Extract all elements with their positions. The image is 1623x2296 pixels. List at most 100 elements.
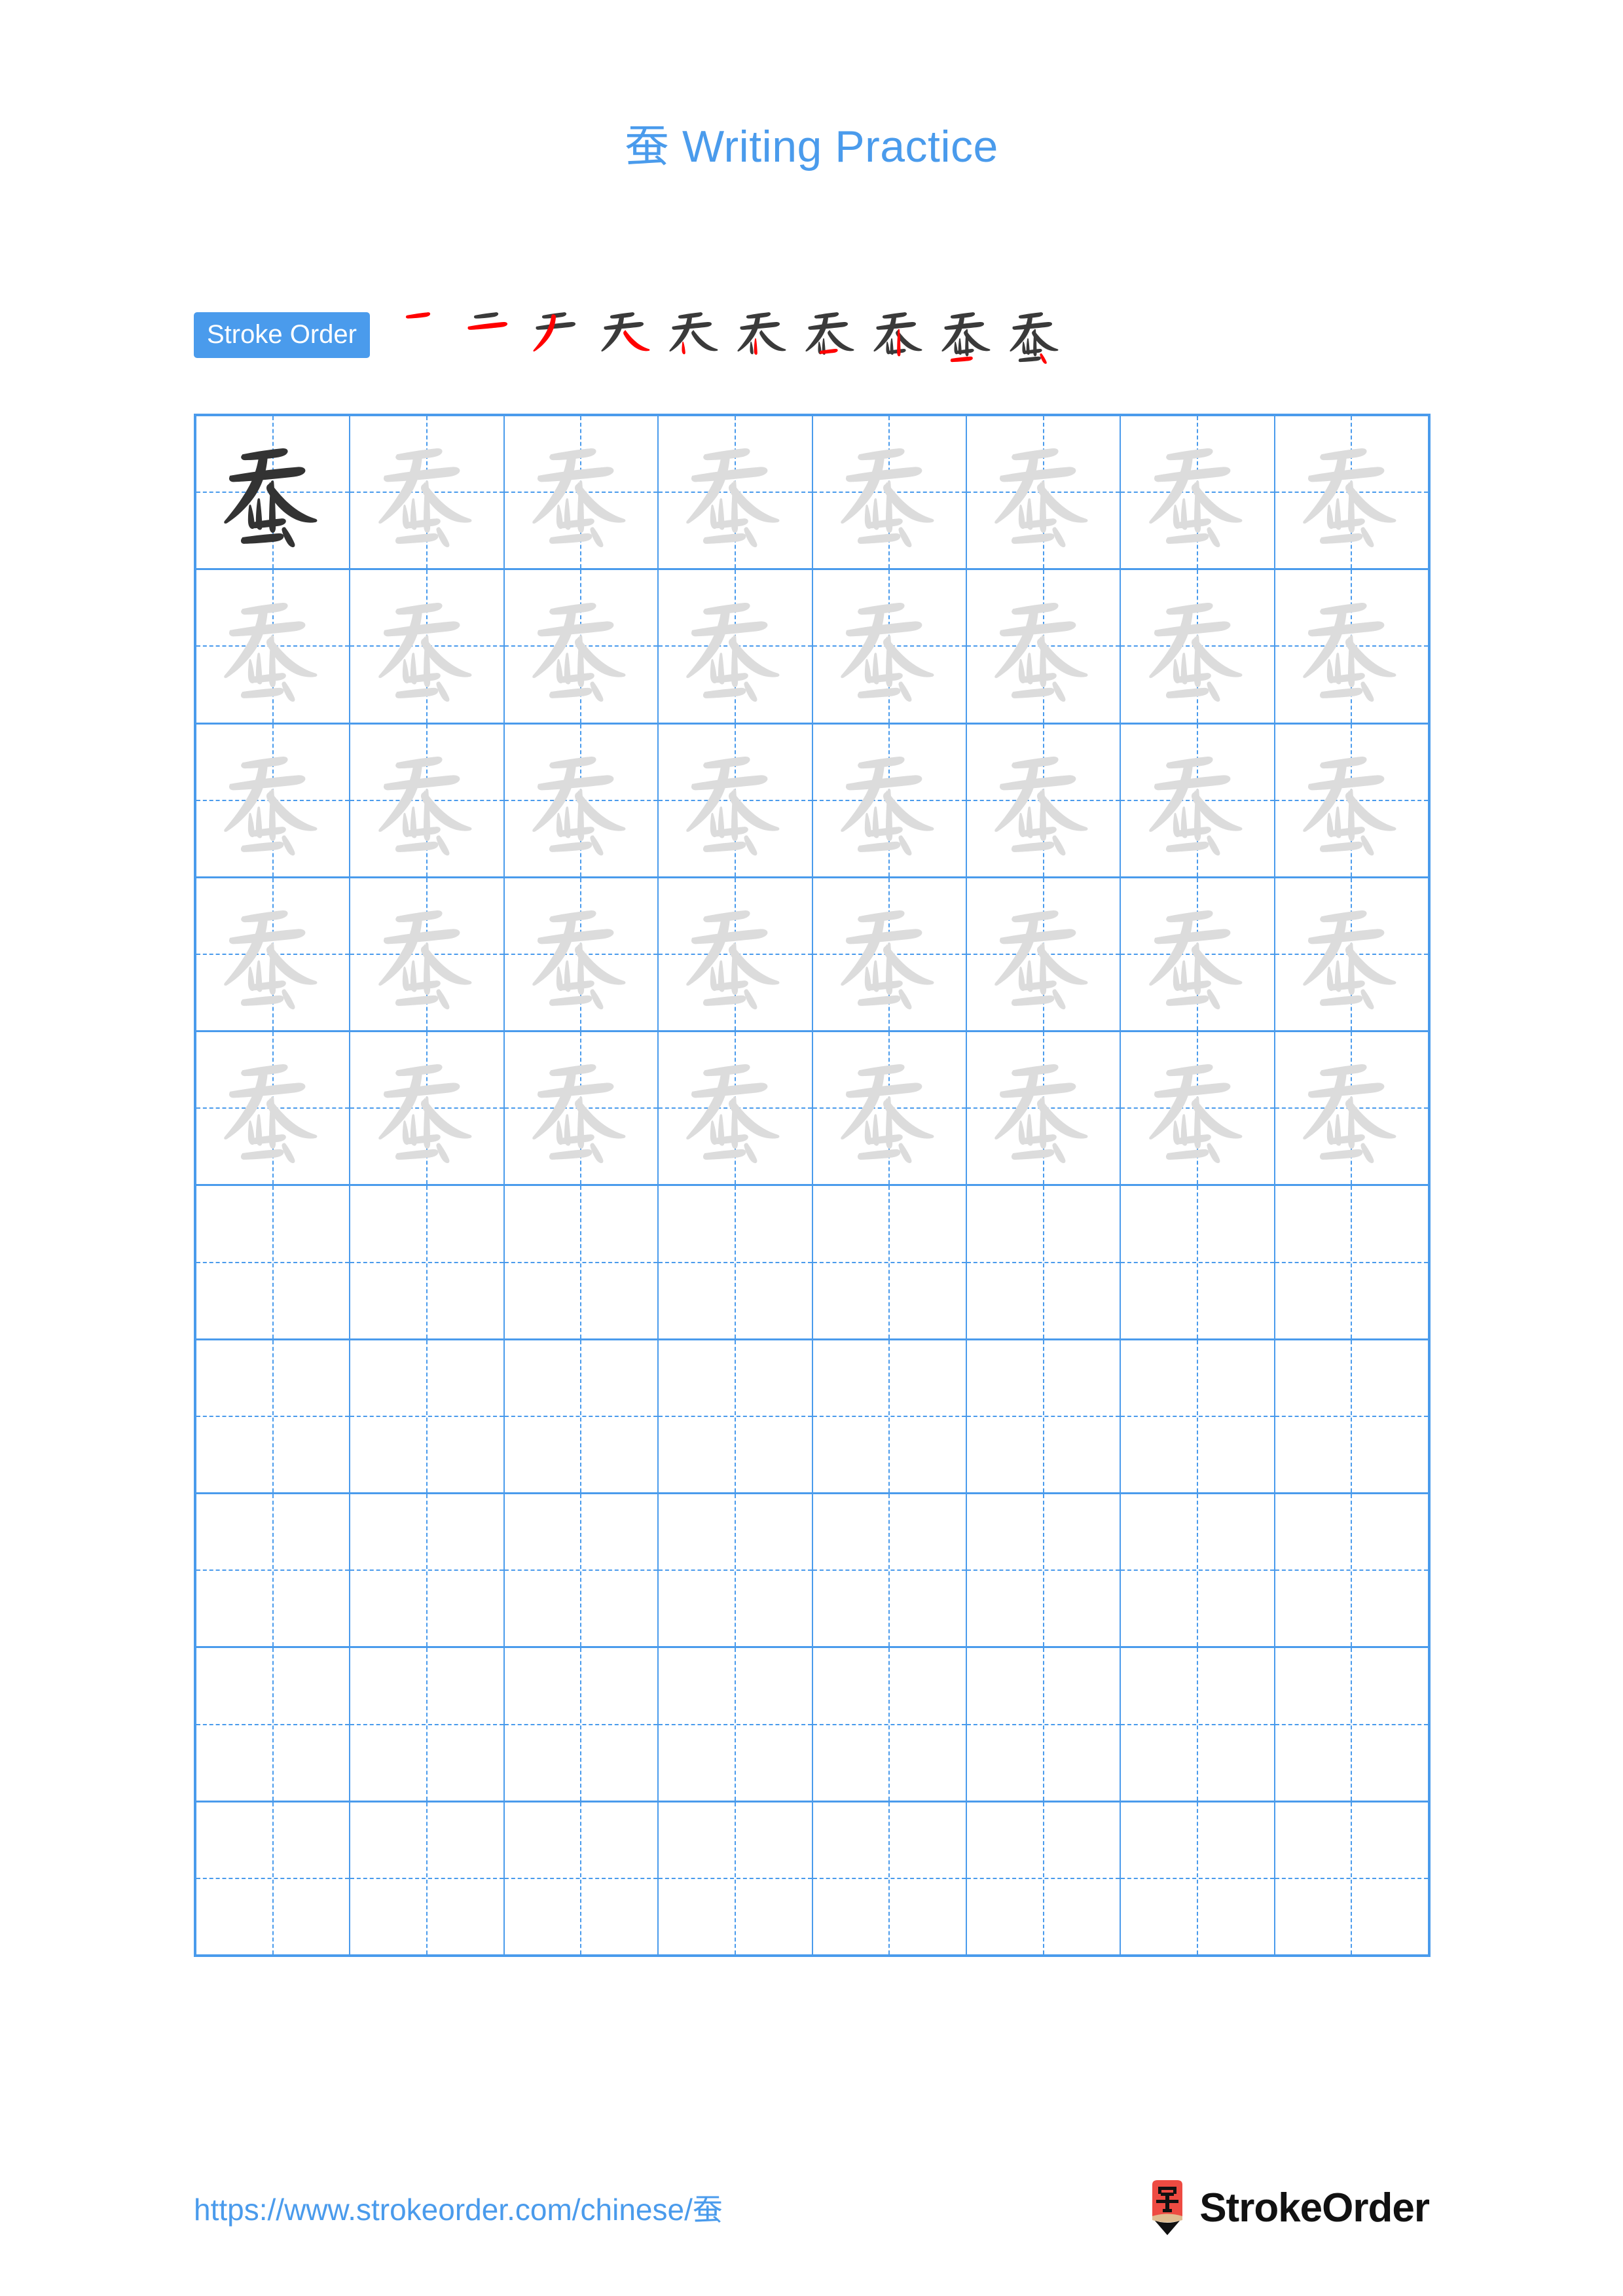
- practice-cell-r5-c8[interactable]: [1275, 1032, 1428, 1184]
- practice-cell-r4-c7[interactable]: [1121, 878, 1275, 1031]
- practice-cell-r2-c6[interactable]: [967, 570, 1122, 723]
- guide-character: [967, 416, 1120, 568]
- practice-cell-r2-c1[interactable]: [196, 570, 351, 723]
- practice-cell-r4-c6[interactable]: [967, 878, 1122, 1031]
- practice-cell-r3-c5[interactable]: [813, 724, 967, 876]
- practice-cell-r8-c1[interactable]: [196, 1494, 351, 1647]
- guide-character: [659, 1032, 811, 1184]
- practice-cell-r3-c8[interactable]: [1275, 725, 1428, 876]
- practice-cell-r10-c2[interactable]: [350, 1802, 505, 1954]
- practice-cell-r8-c4[interactable]: [659, 1494, 813, 1647]
- practice-cell-r5-c6[interactable]: [967, 1032, 1122, 1185]
- practice-cell-r1-c3[interactable]: [505, 416, 659, 569]
- practice-cell-r1-c8[interactable]: [1275, 416, 1428, 568]
- practice-cell-r8-c7[interactable]: [1121, 1494, 1275, 1647]
- practice-cell-r6-c8[interactable]: [1275, 1186, 1428, 1338]
- stroke-step-5: [661, 301, 729, 369]
- practice-cell-r9-c2[interactable]: [350, 1648, 505, 1801]
- practice-cell-r7-c7[interactable]: [1121, 1340, 1275, 1493]
- practice-cell-r1-c1[interactable]: [196, 416, 351, 569]
- guide-character: [1121, 1032, 1273, 1184]
- practice-cell-r6-c2[interactable]: [350, 1186, 505, 1338]
- guide-character: [1121, 878, 1273, 1030]
- practice-cell-r7-c5[interactable]: [813, 1340, 967, 1493]
- practice-cell-r7-c8[interactable]: [1275, 1340, 1428, 1492]
- practice-cell-r7-c1[interactable]: [196, 1340, 351, 1493]
- practice-cell-r2-c3[interactable]: [505, 570, 659, 723]
- practice-cell-r1-c7[interactable]: [1121, 416, 1275, 569]
- practice-grid-row: [196, 1186, 1428, 1340]
- practice-cell-r8-c5[interactable]: [813, 1494, 967, 1647]
- pencil-logo-icon: [1152, 2180, 1183, 2235]
- practice-cell-r4-c2[interactable]: [350, 878, 505, 1031]
- practice-grid-row: [196, 1494, 1428, 1649]
- practice-cell-r6-c7[interactable]: [1121, 1186, 1275, 1338]
- practice-cell-r5-c7[interactable]: [1121, 1032, 1275, 1185]
- practice-cell-r9-c6[interactable]: [967, 1648, 1122, 1801]
- example-character: [196, 416, 349, 568]
- stroke-step-10: [1001, 301, 1069, 369]
- practice-cell-r7-c3[interactable]: [505, 1340, 659, 1493]
- practice-cell-r5-c1[interactable]: [196, 1032, 351, 1185]
- practice-cell-r5-c5[interactable]: [813, 1032, 967, 1185]
- practice-cell-r1-c6[interactable]: [967, 416, 1122, 569]
- strokeorder-logo[interactable]: StrokeOrder: [1147, 2179, 1430, 2236]
- practice-cell-r10-c4[interactable]: [659, 1802, 813, 1954]
- guide-character: [196, 878, 349, 1030]
- practice-cell-r9-c4[interactable]: [659, 1648, 813, 1801]
- practice-cell-r6-c4[interactable]: [659, 1186, 813, 1338]
- practice-cell-r9-c7[interactable]: [1121, 1648, 1275, 1801]
- practice-cell-r10-c1[interactable]: [196, 1802, 351, 1954]
- practice-cell-r7-c6[interactable]: [967, 1340, 1122, 1493]
- practice-cell-r5-c2[interactable]: [350, 1032, 505, 1185]
- practice-cell-r8-c8[interactable]: [1275, 1494, 1428, 1646]
- practice-cell-r2-c5[interactable]: [813, 570, 967, 723]
- practice-cell-r3-c4[interactable]: [659, 724, 813, 876]
- practice-cell-r2-c2[interactable]: [350, 570, 505, 723]
- practice-cell-r10-c8[interactable]: [1275, 1803, 1428, 1954]
- practice-cell-r8-c3[interactable]: [505, 1494, 659, 1647]
- practice-cell-r6-c1[interactable]: [196, 1186, 351, 1338]
- practice-cell-r10-c6[interactable]: [967, 1802, 1122, 1954]
- practice-cell-r2-c7[interactable]: [1121, 570, 1275, 723]
- practice-cell-r3-c2[interactable]: [350, 724, 505, 876]
- footer-url-link[interactable]: https://www.strokeorder.com/chinese/蚕: [194, 2186, 723, 2229]
- guide-character: [1121, 725, 1273, 876]
- practice-cell-r8-c2[interactable]: [350, 1494, 505, 1647]
- practice-cell-r1-c5[interactable]: [813, 416, 967, 569]
- practice-cell-r3-c1[interactable]: [196, 724, 351, 876]
- practice-cell-r3-c3[interactable]: [505, 724, 659, 876]
- practice-grid-row: [196, 878, 1428, 1033]
- practice-cell-r2-c8[interactable]: [1275, 570, 1428, 722]
- practice-cell-r4-c5[interactable]: [813, 878, 967, 1031]
- practice-cell-r1-c2[interactable]: [350, 416, 505, 569]
- practice-cell-r6-c3[interactable]: [505, 1186, 659, 1338]
- practice-cell-r5-c4[interactable]: [659, 1032, 813, 1185]
- practice-cell-r4-c4[interactable]: [659, 878, 813, 1031]
- guide-character: [813, 725, 966, 876]
- practice-cell-r10-c7[interactable]: [1121, 1802, 1275, 1954]
- practice-cell-r10-c3[interactable]: [505, 1802, 659, 1954]
- practice-cell-r9-c1[interactable]: [196, 1648, 351, 1801]
- guide-character: [350, 725, 503, 876]
- practice-grid-row: [196, 570, 1428, 725]
- practice-cell-r6-c5[interactable]: [813, 1186, 967, 1338]
- practice-cell-r1-c4[interactable]: [659, 416, 813, 569]
- practice-cell-r9-c8[interactable]: [1275, 1648, 1428, 1800]
- practice-cell-r10-c5[interactable]: [813, 1802, 967, 1954]
- practice-cell-r3-c6[interactable]: [967, 724, 1122, 876]
- stroke-step-7: [797, 301, 865, 369]
- practice-cell-r9-c5[interactable]: [813, 1648, 967, 1801]
- practice-cell-r2-c4[interactable]: [659, 570, 813, 723]
- practice-cell-r7-c4[interactable]: [659, 1340, 813, 1493]
- practice-cell-r9-c3[interactable]: [505, 1648, 659, 1801]
- practice-cell-r4-c3[interactable]: [505, 878, 659, 1031]
- practice-cell-r7-c2[interactable]: [350, 1340, 505, 1493]
- practice-cell-r8-c6[interactable]: [967, 1494, 1122, 1647]
- practice-cell-r4-c1[interactable]: [196, 878, 351, 1031]
- practice-cell-r5-c3[interactable]: [505, 1032, 659, 1185]
- practice-cell-r6-c6[interactable]: [967, 1186, 1122, 1338]
- practice-cell-r4-c8[interactable]: [1275, 878, 1428, 1030]
- practice-cell-r3-c7[interactable]: [1121, 724, 1275, 876]
- page-title: 蚕 Writing Practice: [625, 122, 998, 171]
